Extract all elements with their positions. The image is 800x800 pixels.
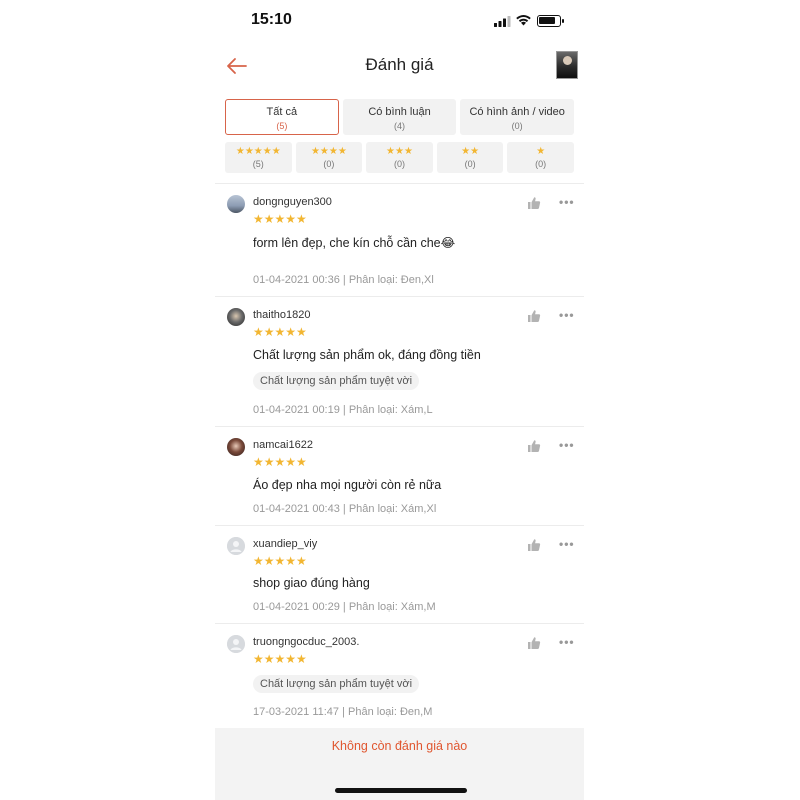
review-meta: 01-04-2021 00:36 | Phân loại: Đen,Xl	[253, 274, 434, 286]
filter-tab-with-media[interactable]: Có hình ảnh / video (0)	[460, 99, 575, 135]
review-text: Chất lượng sản phẩm ok, đáng đồng tiền	[253, 348, 481, 362]
filter-tab-label: Tất cả	[266, 106, 298, 118]
user-avatar[interactable]	[227, 308, 245, 326]
review-rating-stars: ★★★★★	[253, 554, 307, 568]
review-username: namcai1622	[253, 439, 313, 451]
phone-screen: 15:10 Đánh giá Tất cả (5) Có bình luận (…	[215, 0, 584, 800]
star-filter-count: (0)	[393, 159, 405, 169]
no-more-reviews-text: Không còn đánh giá nào	[331, 739, 468, 753]
star-icons: ★★★★	[310, 146, 347, 157]
review-meta: 01-04-2021 00:43 | Phân loại: Xám,Xl	[253, 503, 437, 515]
more-options-icon[interactable]: •••	[559, 537, 575, 551]
end-of-reviews-footer: Không còn đánh giá nào	[215, 728, 584, 800]
divider	[215, 296, 584, 297]
filter-tab-with-comment[interactable]: Có bình luận (4)	[342, 99, 457, 135]
header: Đánh giá	[215, 44, 584, 88]
review-username: dongnguyen300	[253, 196, 332, 208]
review-rating-stars: ★★★★★	[253, 325, 307, 339]
thumbs-up-icon[interactable]	[527, 538, 541, 552]
review-rating-stars: ★★★★★	[253, 652, 307, 666]
star-filter-1[interactable]: ★ (0)	[507, 142, 574, 173]
review-text: shop giao đúng hàng	[253, 576, 370, 590]
star-icons: ★★★	[386, 146, 413, 157]
review-rating-stars: ★★★★★	[253, 212, 307, 226]
divider	[215, 525, 584, 526]
star-filter-2[interactable]: ★★ (0)	[436, 142, 504, 173]
star-filter-tabs: ★★★★★ (5) ★★★★ (0) ★★★ (0) ★★ (0) ★ (0)	[225, 142, 574, 173]
status-time: 15:10	[251, 11, 292, 28]
user-avatar[interactable]	[227, 438, 245, 456]
thumbs-up-icon[interactable]	[527, 309, 541, 323]
divider	[215, 183, 584, 184]
user-avatar[interactable]	[227, 537, 245, 555]
star-filter-4[interactable]: ★★★★ (0)	[295, 142, 363, 173]
review-text: Áo đẹp nha mọi người còn rẻ nữa	[253, 478, 442, 492]
thumbs-up-icon[interactable]	[527, 636, 541, 650]
star-filter-count: (0)	[323, 159, 335, 169]
more-options-icon[interactable]: •••	[559, 308, 575, 322]
filter-tab-label: Có bình luận	[368, 106, 431, 118]
review-meta: 17-03-2021 11:47 | Phân loại: Đen,M	[253, 706, 433, 718]
divider	[215, 623, 584, 624]
filter-tab-all[interactable]: Tất cả (5)	[225, 99, 339, 135]
star-icons: ★	[536, 146, 546, 157]
review-quality-tag: Chất lượng sản phẩm tuyệt vời	[253, 675, 420, 693]
battery-icon	[537, 15, 564, 27]
star-filter-count: (0)	[535, 159, 547, 169]
more-options-icon[interactable]: •••	[559, 195, 575, 209]
filter-tab-label: Có hình ảnh / video	[469, 106, 565, 118]
more-options-icon[interactable]: •••	[559, 635, 575, 649]
star-filter-3[interactable]: ★★★ (0)	[366, 142, 433, 173]
review-username: truongngocduc_2003.	[253, 636, 360, 648]
review-rating-stars: ★★★★★	[253, 455, 307, 469]
review-username: xuandiep_viy	[253, 538, 318, 550]
wifi-icon	[516, 15, 531, 26]
star-filter-count: (5)	[252, 159, 264, 169]
status-bar: 15:10	[215, 0, 584, 42]
star-icons: ★★	[461, 146, 480, 157]
review-filter-tabs: Tất cả (5) Có bình luận (4) Có hình ảnh …	[225, 99, 575, 135]
review-quality-tag: Chất lượng sản phẩm tuyệt vời	[253, 372, 420, 390]
more-options-icon[interactable]: •••	[559, 438, 575, 452]
thumbs-up-icon[interactable]	[527, 196, 541, 210]
filter-tab-count: (4)	[394, 121, 405, 131]
divider	[215, 426, 584, 427]
review-username: thaitho1820	[253, 309, 311, 321]
home-indicator[interactable]	[335, 788, 467, 793]
default-user-icon	[227, 635, 245, 653]
filter-tab-count: (5)	[276, 121, 288, 131]
page-title: Đánh giá	[365, 55, 434, 74]
star-filter-count: (0)	[464, 159, 476, 169]
user-avatar[interactable]	[227, 635, 245, 653]
user-avatar[interactable]	[227, 195, 245, 213]
review-meta: 01-04-2021 00:19 | Phân loại: Xám,L	[253, 404, 433, 416]
review-meta: 01-04-2021 00:29 | Phân loại: Xám,M	[253, 601, 436, 613]
filter-tab-count: (0)	[511, 121, 523, 131]
star-filter-5[interactable]: ★★★★★ (5)	[225, 142, 292, 173]
thumbs-up-icon[interactable]	[527, 439, 541, 453]
review-text: form lên đẹp, che kín chỗ cần che😂	[253, 236, 456, 250]
star-icons: ★★★★★	[235, 146, 281, 157]
default-user-icon	[227, 537, 245, 555]
cellular-signal-icon	[494, 16, 511, 27]
product-thumbnail[interactable]	[556, 51, 578, 79]
